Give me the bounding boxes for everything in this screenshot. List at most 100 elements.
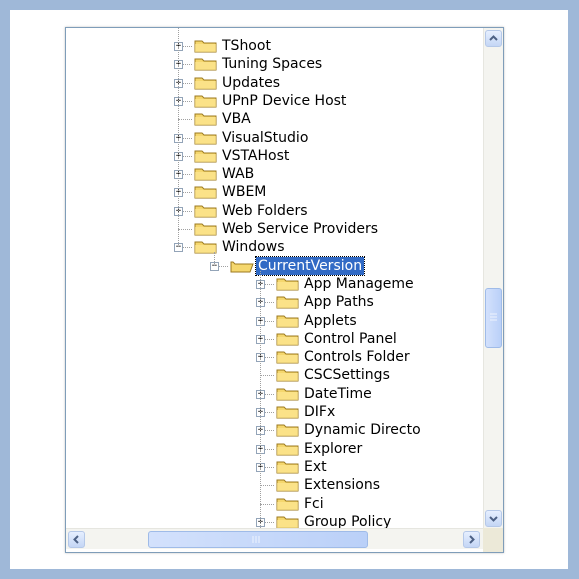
tree-node-label: Updates bbox=[222, 74, 280, 91]
tree-node-label: UPnP Device Host bbox=[222, 92, 347, 109]
scroll-up-button[interactable] bbox=[485, 30, 502, 47]
folder-icon bbox=[194, 95, 217, 108]
tree-node[interactable]: + Ext bbox=[66, 458, 483, 476]
folder-icon bbox=[276, 388, 299, 401]
folder-icon bbox=[276, 406, 299, 419]
tree-node[interactable]: + Explorer bbox=[66, 440, 483, 458]
tree-node[interactable]: Web Service Providers bbox=[66, 220, 483, 238]
tree-node[interactable]: + UPnP Device Host bbox=[66, 92, 483, 110]
horizontal-scrollbar[interactable] bbox=[66, 528, 483, 549]
folder-icon bbox=[194, 40, 217, 53]
folder-icon bbox=[276, 479, 299, 492]
folder-icon bbox=[276, 369, 299, 382]
tree-node[interactable]: + Web Folders bbox=[66, 202, 483, 220]
grip-icon bbox=[252, 536, 260, 543]
tree-node-label: DIFx bbox=[304, 404, 336, 420]
tree-connector bbox=[178, 119, 192, 121]
scroll-left-button[interactable] bbox=[68, 531, 85, 548]
tree-node[interactable]: + DateTime bbox=[66, 385, 483, 403]
folder-icon bbox=[194, 168, 217, 181]
tree-node-label: VBA bbox=[222, 111, 251, 128]
tree-node-label: VisualStudio bbox=[222, 129, 309, 146]
tree-node[interactable]: + WAB bbox=[66, 165, 483, 183]
scroll-right-button[interactable] bbox=[463, 531, 480, 548]
horizontal-scroll-thumb[interactable] bbox=[148, 531, 368, 548]
tree-connector bbox=[260, 485, 274, 487]
folder-icon bbox=[276, 424, 299, 437]
folder-icon bbox=[194, 205, 217, 218]
tree-node[interactable]: + VisualStudio bbox=[66, 129, 483, 147]
tree-node[interactable]: + Group Policy bbox=[66, 513, 483, 528]
tree-node[interactable]: CSCSettings bbox=[66, 366, 483, 384]
tree-node-label: Fci bbox=[304, 495, 324, 512]
chevron-right-icon bbox=[469, 535, 475, 544]
scroll-down-button[interactable] bbox=[485, 510, 502, 527]
folder-icon bbox=[276, 498, 299, 510]
tree-node[interactable]: + TShoot bbox=[66, 37, 483, 55]
tree-node[interactable]: Extensions bbox=[66, 476, 483, 494]
vertical-scroll-thumb[interactable] bbox=[485, 288, 502, 348]
scrollbar-corner bbox=[483, 528, 503, 552]
tree-node-label: WBEM bbox=[222, 184, 267, 201]
tree-node-selected[interactable]: − CurrentVersion bbox=[66, 255, 483, 276]
folder-icon bbox=[276, 315, 299, 327]
tree-node-label: Controls Folder bbox=[304, 349, 410, 366]
folder-icon bbox=[276, 461, 299, 474]
folder-icon bbox=[276, 296, 299, 309]
tree-node-label: Explorer bbox=[304, 440, 363, 457]
tree-node-label: CurrentVersion bbox=[254, 255, 366, 276]
tree-node-label: WAB bbox=[222, 166, 255, 183]
tree-node[interactable]: + VSTAHost bbox=[66, 147, 483, 165]
tree-guide-currentversion bbox=[260, 270, 261, 528]
tree-node-label: TShoot bbox=[222, 38, 271, 54]
folder-icon bbox=[194, 223, 217, 236]
tree-node[interactable]: + Applets bbox=[66, 312, 483, 330]
tree-node-label: Tuning Spaces bbox=[222, 56, 323, 73]
tree-node[interactable]: VBA bbox=[66, 110, 483, 128]
folder-icon bbox=[194, 150, 217, 163]
folder-icon bbox=[194, 58, 217, 71]
tree-node-label: App Manageme bbox=[304, 275, 414, 292]
tree-node-label: Web Service Providers bbox=[222, 221, 379, 237]
folder-icon bbox=[276, 516, 299, 528]
tree-node[interactable]: + WBEM bbox=[66, 183, 483, 201]
tree-connector bbox=[178, 229, 192, 230]
registry-tree[interactable]: + TShoot + Tuning Spaces + Updates + UPnP Devic… bbox=[66, 28, 483, 528]
folder-icon bbox=[194, 113, 217, 126]
folder-icon bbox=[194, 132, 217, 144]
tree-node-label: Control Panel bbox=[304, 330, 397, 347]
grip-icon bbox=[490, 313, 497, 321]
tree-guide-root bbox=[178, 28, 179, 248]
folder-open-icon bbox=[230, 261, 254, 273]
tree-node[interactable]: + App Manageme bbox=[66, 275, 483, 293]
tree-node[interactable]: + Updates bbox=[66, 74, 483, 92]
chevron-down-icon bbox=[489, 516, 498, 522]
tree-node[interactable]: + Controls Folder bbox=[66, 348, 483, 366]
tree-node-label: Applets bbox=[304, 312, 357, 329]
tree-node-label: VSTAHost bbox=[222, 147, 290, 164]
chevron-left-icon bbox=[73, 535, 79, 544]
tree-node[interactable]: + Tuning Spaces bbox=[66, 55, 483, 73]
tree-node-label: Ext bbox=[304, 458, 327, 475]
tree-node[interactable]: Fci bbox=[66, 495, 483, 513]
tree-node-label: Windows bbox=[222, 239, 285, 256]
tree-node-label: Extensions bbox=[304, 477, 381, 494]
tree-node[interactable]: + App Paths bbox=[66, 293, 483, 311]
tree-node[interactable]: + Dynamic Directo bbox=[66, 421, 483, 439]
folder-icon bbox=[194, 186, 217, 199]
tree-node-label: Web Folders bbox=[222, 202, 308, 219]
vertical-scrollbar[interactable] bbox=[483, 28, 503, 528]
tree-node[interactable]: + Control Panel bbox=[66, 330, 483, 348]
folder-icon bbox=[276, 278, 299, 291]
tree-node-label: App Paths bbox=[304, 294, 374, 311]
tree-node[interactable]: − Windows bbox=[66, 238, 483, 256]
registry-tree-window: + TShoot + Tuning Spaces + Updates + UPnP Devic… bbox=[65, 27, 504, 553]
tree-node-label: DateTime bbox=[304, 385, 372, 402]
folder-icon bbox=[276, 351, 299, 364]
tree-node-label: Dynamic Directo bbox=[304, 422, 421, 439]
tree-connector bbox=[260, 503, 274, 505]
folder-icon bbox=[276, 333, 299, 346]
tree-node-label: CSCSettings bbox=[304, 367, 390, 384]
tree-guide-windows bbox=[214, 252, 215, 266]
tree-node[interactable]: + DIFx bbox=[66, 403, 483, 421]
